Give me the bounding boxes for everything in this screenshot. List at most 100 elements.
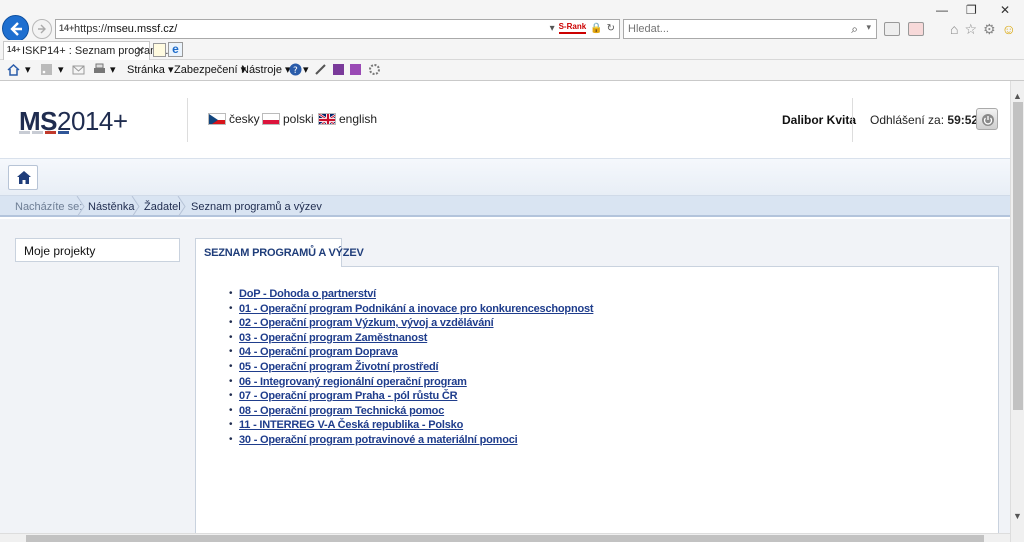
close-window-icon[interactable]: ✕: [1000, 3, 1010, 17]
program-link-04[interactable]: 04 - Operační program Doprava: [239, 346, 398, 358]
address-url: https://mseu.mssf.cz/: [74, 23, 178, 35]
browser-command-bar: ▾ ▾ ▾ Stránka ▾ Zabezpečení ▾ Nástroje ▾…: [0, 60, 1024, 81]
tab-seznam-programu[interactable]: SEZNAM PROGRAMŮ A VÝZEV: [195, 238, 364, 267]
menu-tools[interactable]: Nástroje ▾: [241, 63, 291, 76]
menu-security[interactable]: Zabezpečení ▾: [174, 63, 246, 76]
site-favicon-icon: 14+: [59, 23, 75, 33]
list-item: 02 - Operační program Výzkum, vývoj a vz…: [229, 316, 593, 331]
minimize-icon[interactable]: —: [936, 3, 948, 17]
cz-flag-icon: [208, 113, 226, 125]
tab-close-icon[interactable]: ✕: [136, 44, 145, 57]
magnifier-icon[interactable]: ⌕: [851, 22, 858, 37]
onenote-send-icon[interactable]: [349, 63, 362, 76]
settings-gear-icon[interactable]: [368, 63, 381, 76]
language-cs-link[interactable]: česky: [208, 112, 260, 126]
list-item: DoP - Dohoda o partnerství: [229, 287, 593, 302]
breadcrumb-item-nastenka[interactable]: Nástěnka: [88, 201, 134, 213]
main-content: Moje projekty SEZNAM PROGRAMŮ A VÝZEV Do…: [0, 219, 1010, 542]
logo-bar: [58, 131, 69, 134]
favorites-star-icon[interactable]: ☆: [964, 21, 977, 38]
srank-badge[interactable]: S-Rank: [558, 22, 587, 34]
home-button[interactable]: [8, 165, 38, 190]
print-dropdown-icon[interactable]: ▾: [110, 63, 116, 76]
svg-text:?: ?: [293, 66, 298, 76]
address-bar[interactable]: 14+ https://mseu.mssf.cz/ ▾ S-Rank 🔒 ↻: [55, 19, 620, 39]
home-icon: [17, 171, 31, 184]
logout-timer: Odhlášení za: 59:52: [870, 113, 978, 127]
program-list: DoP - Dohoda o partnerství 01 - Operační…: [229, 287, 594, 448]
scroll-down-icon[interactable]: ▼: [1013, 511, 1022, 521]
sidebar-item-moje-projekty[interactable]: Moje projekty: [15, 238, 180, 262]
list-item: 11 - INTERREG V-A Česká republika - Pols…: [229, 418, 593, 433]
language-pl-link[interactable]: polski: [262, 112, 314, 126]
power-icon: [982, 114, 994, 126]
addon-icon[interactable]: [884, 22, 900, 36]
onenote-icon[interactable]: [332, 63, 345, 76]
restore-icon[interactable]: ❐: [966, 3, 977, 17]
list-item: 08 - Operační program Technická pomoc: [229, 404, 593, 419]
horizontal-scrollbar[interactable]: [0, 533, 1010, 542]
new-tab-icon[interactable]: [153, 43, 166, 57]
language-en-label: english: [339, 112, 378, 126]
home-dropdown-icon[interactable]: ▾: [25, 63, 31, 76]
gear-icon[interactable]: ⚙: [983, 21, 996, 38]
logout-button[interactable]: [976, 108, 998, 130]
program-link-30[interactable]: 30 - Operační program potravinové a mate…: [239, 434, 518, 446]
vertical-scrollbar[interactable]: ▲ ▼: [1010, 81, 1024, 542]
print-icon[interactable]: [93, 63, 106, 76]
menu-page[interactable]: Stránka ▾: [127, 63, 174, 76]
program-link-07[interactable]: 07 - Operační program Praha - pól růstu …: [239, 390, 458, 402]
web-page: MS2014+ česky polski english Dalibor Kvi…: [0, 81, 1010, 542]
program-link-03[interactable]: 03 - Operační program Zaměstnanost: [239, 332, 427, 344]
site-header: MS2014+ česky polski english Dalibor Kvi…: [0, 81, 1010, 158]
program-link-08[interactable]: 08 - Operační program Technická pomoc: [239, 405, 444, 417]
list-item: 06 - Integrovaný regionální operační pro…: [229, 375, 593, 390]
help-icon[interactable]: ?: [289, 63, 302, 76]
home-cmd-icon[interactable]: [7, 63, 20, 76]
forward-button[interactable]: [32, 19, 52, 39]
arrow-left-icon: [10, 22, 22, 36]
program-link-11[interactable]: 11 - INTERREG V-A Česká republika - Pols…: [239, 419, 463, 431]
breadcrumb: Nacházíte se: Nástěnka Žadatel Seznam pr…: [0, 196, 1010, 217]
breadcrumb-separator: [76, 196, 85, 217]
search-dropdown-icon[interactable]: ▾: [866, 22, 871, 33]
browser-address-row: 14+ https://mseu.mssf.cz/ ▾ S-Rank 🔒 ↻ ⌕…: [0, 0, 1024, 42]
mail-icon[interactable]: [72, 63, 85, 76]
lock-icon[interactable]: 🔒: [590, 23, 602, 34]
program-link-06[interactable]: 06 - Integrovaný regionální operační pro…: [239, 376, 467, 388]
list-item: 07 - Operační program Praha - pól růstu …: [229, 389, 593, 404]
program-link-02[interactable]: 02 - Operační program Výzkum, vývoj a vz…: [239, 317, 494, 329]
rss-feed-icon[interactable]: [40, 63, 53, 76]
language-en-link[interactable]: english: [318, 112, 377, 126]
logo-color-bars: [19, 131, 69, 134]
language-cs-label: česky: [229, 112, 260, 126]
scroll-up-icon[interactable]: ▲: [1013, 91, 1022, 101]
ie-edge-icon[interactable]: e: [168, 42, 183, 57]
logout-timer-label: Odhlášení za:: [870, 113, 945, 127]
help-dropdown-icon[interactable]: ▾: [303, 63, 309, 76]
header-divider: [852, 98, 853, 142]
home-page-icon[interactable]: ⌂: [950, 21, 958, 38]
refresh-icon[interactable]: ↻: [607, 23, 615, 34]
browser-tab-active[interactable]: 14+ ISKP14+ : Seznam program... ✕: [3, 41, 168, 60]
program-link-01[interactable]: 01 - Operační program Podnikání a inovac…: [239, 303, 594, 315]
dropdown-arrow-icon[interactable]: ▾: [550, 23, 555, 34]
smiley-feedback-icon[interactable]: ☺: [1002, 21, 1016, 38]
rss-dropdown-icon[interactable]: ▾: [58, 63, 64, 76]
browser-search-input[interactable]: [628, 23, 838, 35]
horizontal-scroll-thumb[interactable]: [26, 535, 984, 542]
program-link-05[interactable]: 05 - Operační program Životní prostředí: [239, 361, 439, 373]
tab-favicon-icon: 14+: [7, 45, 21, 54]
user-name[interactable]: Dalibor Kvita: [782, 113, 856, 127]
breadcrumb-separator: [131, 196, 140, 217]
vertical-scroll-thumb[interactable]: [1013, 102, 1023, 410]
tab-title: ISKP14+ : Seznam program...: [22, 45, 169, 57]
browser-search-box[interactable]: ⌕ ▾: [623, 19, 877, 39]
main-nav-band: [0, 158, 1010, 196]
back-button[interactable]: [2, 15, 29, 42]
program-link-dop[interactable]: DoP - Dohoda o partnerství: [239, 288, 376, 300]
tool-addon-icon-1[interactable]: [314, 63, 327, 76]
logout-timer-value: 59:52: [947, 113, 979, 127]
addon-red-icon[interactable]: [908, 22, 924, 36]
breadcrumb-item-zadatel[interactable]: Žadatel: [144, 201, 181, 213]
